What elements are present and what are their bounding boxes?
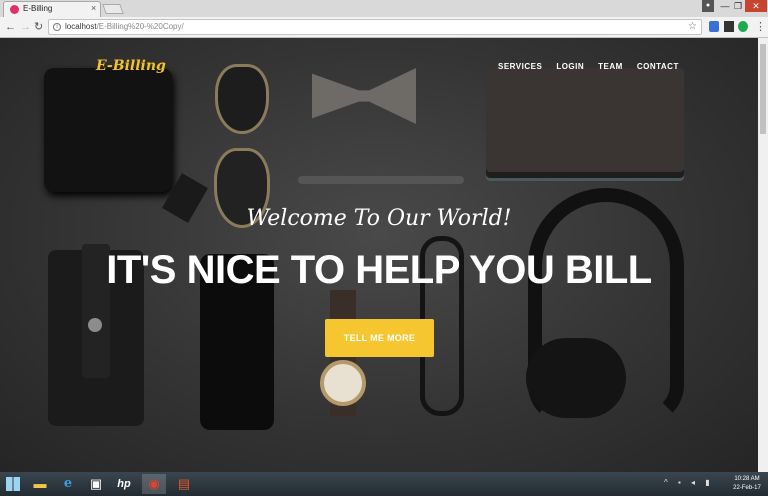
clock-time: 10:28 AM	[734, 476, 760, 482]
forward-arrow-icon[interactable]: →	[20, 20, 31, 34]
notebook-image	[486, 68, 684, 172]
new-tab-button[interactable]	[102, 4, 124, 14]
browser-tab[interactable]: E-Billing ×	[3, 1, 101, 17]
taskbar-clock[interactable]: 10:28 AM 22-Feb-17	[728, 475, 766, 493]
page-viewport: E-Billing SERVICES LOGIN TEAM CONTACT We…	[0, 38, 758, 472]
nav-item-login[interactable]: LOGIN	[556, 62, 584, 71]
site-nav: SERVICES LOGIN TEAM CONTACT	[498, 62, 679, 71]
clock-date: 22-Feb-17	[733, 485, 761, 491]
tab-close-icon[interactable]: ×	[91, 3, 96, 13]
maximize-button[interactable]: ❐	[732, 0, 744, 12]
chrome-menu-icon[interactable]: ⋮	[755, 20, 766, 33]
hp-icon[interactable]: hp	[112, 474, 136, 494]
scrollbar-thumb[interactable]	[760, 44, 766, 134]
site-logo[interactable]: E-Billing	[96, 58, 166, 74]
hero-title: IT'S NICE TO HELP YOU BILL	[106, 248, 652, 292]
system-tray-icons[interactable]: ^ ▪ ◂ ▮	[664, 478, 714, 487]
internet-explorer-icon[interactable]: e	[56, 474, 80, 494]
snap-button-image	[88, 318, 102, 332]
tell-me-more-button[interactable]: TELL ME MORE	[325, 319, 434, 357]
favicon-icon	[10, 5, 19, 14]
extension-icon[interactable]	[709, 21, 719, 32]
nav-item-contact[interactable]: CONTACT	[637, 62, 679, 71]
app-icon[interactable]: ▤	[172, 474, 196, 494]
url-text[interactable]: localhost/E-Billing%20-%20Copy/	[65, 22, 184, 31]
chrome-icon[interactable]: ◉	[142, 474, 166, 494]
nav-item-team[interactable]: TEAM	[598, 62, 623, 71]
close-window-button[interactable]: ✕	[745, 0, 767, 12]
address-bar[interactable]: i localhost/E-Billing%20-%20Copy/ ☆	[48, 19, 702, 35]
page-scrollbar[interactable]	[758, 38, 768, 472]
grammarly-icon[interactable]	[738, 21, 748, 32]
watch-image	[320, 360, 366, 406]
url-path: /E-Billing%20-%20Copy/	[96, 22, 184, 31]
bowtie-image	[312, 68, 416, 124]
extension-icon[interactable]	[724, 21, 734, 32]
windows-start-icon[interactable]	[6, 477, 20, 491]
profile-icon[interactable]: ●	[702, 0, 714, 12]
headphones-earcup-image	[526, 338, 626, 418]
minimize-button[interactable]: —	[719, 0, 731, 12]
store-icon[interactable]: ▣	[84, 474, 108, 494]
url-host: localhost	[65, 22, 97, 31]
taskbar: ▬ e ▣ hp ◉ ▤ ^ ▪ ◂ ▮ 10:28 AM 22-Feb-17	[0, 472, 768, 496]
reload-icon[interactable]: ↻	[34, 20, 43, 34]
bookmark-star-icon[interactable]: ☆	[688, 21, 697, 32]
browser-titlebar: E-Billing × ● — ❐ ✕	[0, 0, 768, 17]
file-explorer-icon[interactable]: ▬	[28, 474, 52, 494]
browser-toolbar: ← → ↻ i localhost/E-Billing%20-%20Copy/ …	[0, 17, 768, 38]
info-icon[interactable]: i	[53, 23, 61, 31]
nav-item-services[interactable]: SERVICES	[498, 62, 542, 71]
hero-subtitle: Welcome To Our World!	[246, 206, 512, 231]
sunglasses-image	[215, 64, 269, 134]
pen-image	[298, 176, 464, 184]
wallet-image	[44, 68, 172, 192]
back-arrow-icon[interactable]: ←	[5, 20, 16, 34]
tab-title: E-Billing	[23, 4, 53, 13]
